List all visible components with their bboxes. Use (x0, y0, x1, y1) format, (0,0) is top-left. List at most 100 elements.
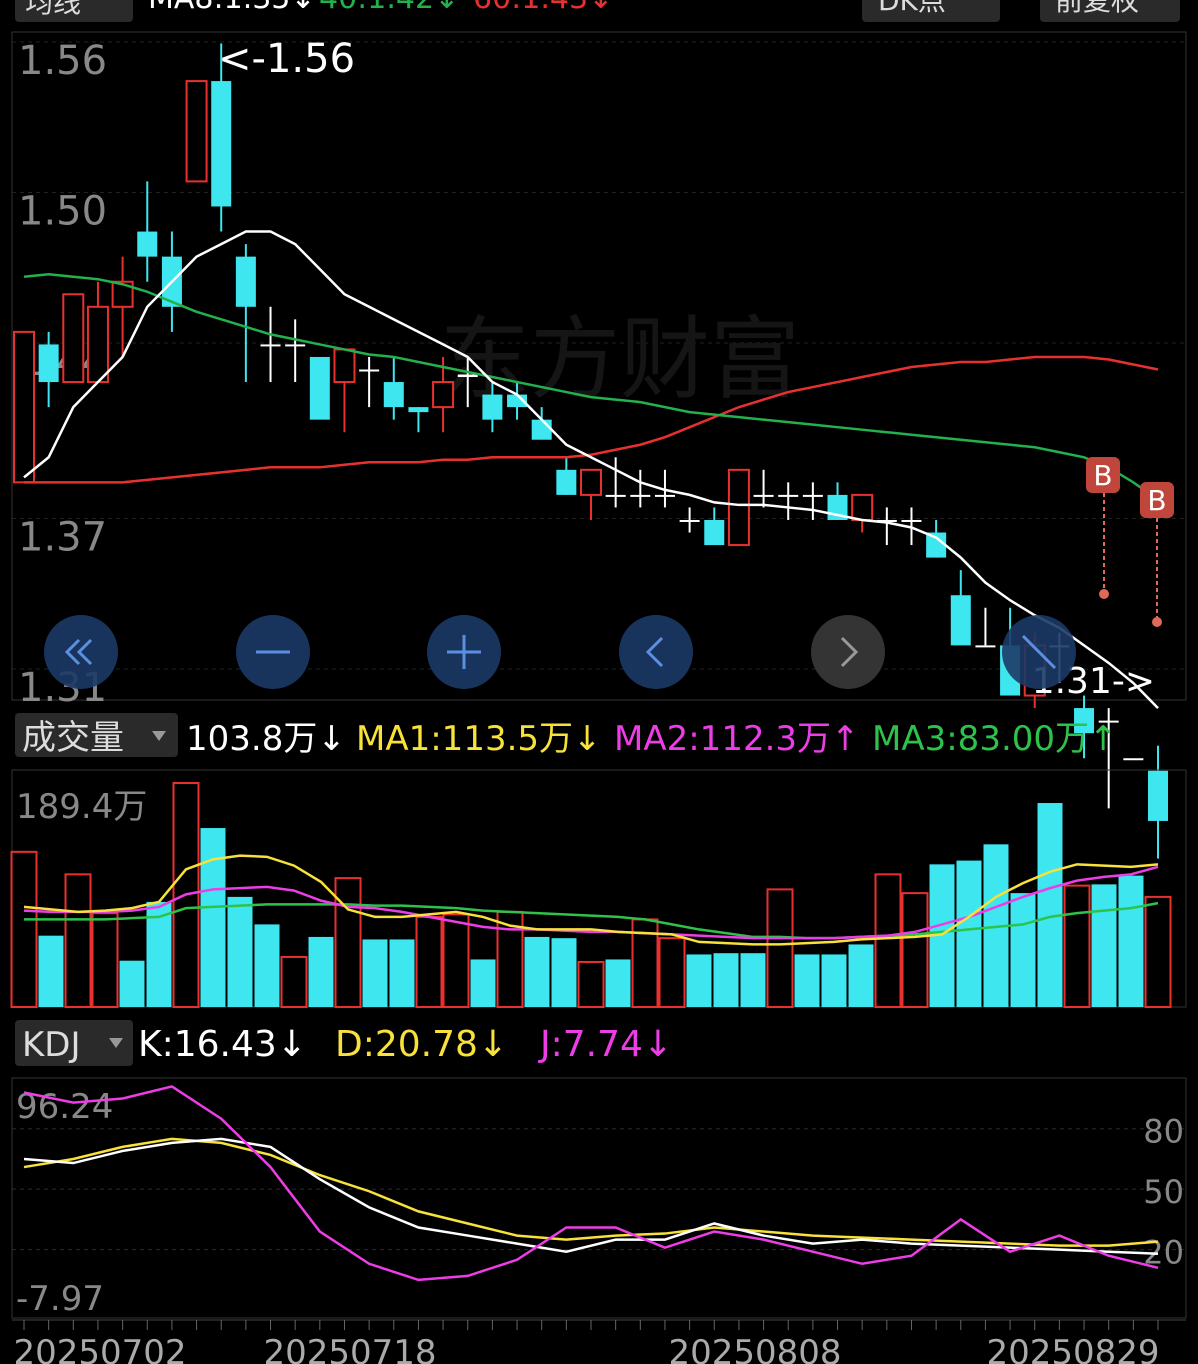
zoom-out-fast-button[interactable] (44, 615, 118, 689)
volume-panel: 成交量 103.8万↓ MA1:113.5万↓ MA2:112.3万↑ MA3:83.0… (10, 713, 1187, 1009)
candle-body (679, 519, 700, 522)
volume-bar (848, 944, 874, 1007)
stock-chart: 均线 MA8:1.35↓40:1.42↓ 60:1.43↓ DK点 前复权 1.56 1.… (10, 0, 1187, 1364)
date-label: 20250702 (13, 1333, 186, 1364)
zoom-in-button[interactable] (427, 615, 501, 689)
volume-bar (1063, 884, 1091, 1008)
kdj-d-line (23, 1137, 1159, 1247)
candle-body (580, 468, 602, 496)
candle-body (975, 645, 996, 648)
candle-body (778, 494, 799, 497)
candle-body (333, 348, 356, 384)
volume-bar (1144, 895, 1172, 1009)
volume-bar (658, 937, 686, 1009)
volume-bar (1091, 884, 1117, 1007)
candle-body (1148, 770, 1168, 821)
volume-bar (362, 939, 388, 1007)
volume-bar (119, 960, 145, 1007)
volume-bar (64, 873, 92, 1009)
zoom-out-button[interactable] (236, 615, 310, 689)
volume-bar (415, 915, 443, 1009)
candle-body (309, 356, 330, 420)
volume-bar (766, 888, 794, 1008)
candle-body (802, 494, 823, 497)
candle-body (359, 369, 380, 372)
volume-bar (308, 936, 334, 1007)
candle-body (260, 344, 281, 347)
volume-bar (1118, 875, 1144, 1007)
candle-body (531, 419, 552, 440)
scroll-left-button[interactable] (619, 615, 693, 689)
scroll-right-circle[interactable] (811, 615, 885, 689)
kdj-frame (11, 1077, 1187, 1319)
volume-bar (442, 913, 470, 1009)
date-label: 20250718 (263, 1333, 436, 1364)
adjust-button-label: 前复权 (1055, 0, 1139, 17)
candle-body (950, 595, 971, 646)
candle-body (137, 231, 158, 257)
volume-bar (38, 935, 64, 1007)
scroll-right-button[interactable] (811, 615, 885, 689)
candle-body (1123, 758, 1144, 761)
volume-bar (227, 896, 253, 1007)
high-price-label: <-1.56 (218, 36, 355, 82)
candle-body (901, 519, 922, 522)
volume-bar (280, 955, 308, 1009)
volume-bar (740, 953, 766, 1007)
ma-legend-item: 60:1.43↓ (473, 0, 613, 16)
ma-legend-item: 40:1.42↓ (319, 0, 459, 16)
candle-body (383, 382, 404, 408)
volume-bar (470, 959, 496, 1007)
kline-y-tick: 1.56 (18, 38, 107, 84)
candle-body (851, 493, 874, 521)
candle-body (654, 494, 675, 497)
candle-body (704, 519, 725, 546)
candle-body (482, 394, 503, 420)
volume-bar (794, 954, 820, 1007)
signal-dot (1152, 617, 1162, 627)
candle-body (86, 305, 109, 384)
candle-body (38, 344, 59, 383)
volume-bar (334, 877, 362, 1009)
candle-body (235, 256, 256, 307)
candle-body (753, 494, 774, 497)
kdj-min-label: -7.97 (16, 1279, 104, 1319)
candle-body (605, 494, 626, 497)
volume-bar (605, 959, 631, 1007)
candle-body (432, 381, 455, 409)
scroll-left-circle[interactable] (619, 615, 693, 689)
volume-bar (200, 828, 226, 1007)
volume-bar (91, 912, 119, 1008)
kline-y-tick: 1.50 (18, 188, 107, 234)
kdj-legend-item: K:16.43↓ (138, 1024, 307, 1065)
candle-body (211, 81, 232, 207)
candle-body (457, 374, 478, 378)
volume-legend-item: MA2:112.3万↑ (614, 719, 860, 759)
candle-body (727, 468, 750, 547)
volume-bar (1010, 893, 1036, 1007)
volume-bar (874, 873, 902, 1009)
ma-selector-label: 均线 (25, 0, 81, 19)
date-axis: 20250702 20250718 20250808 20250829 (12, 1319, 1186, 1364)
kdj-panel: KDJ K:16.43↓ D:20.78↓ J:7.74↓80502096.24-7.… (11, 1020, 1187, 1319)
volume-bar (686, 954, 712, 1007)
volume-bar (821, 954, 847, 1007)
volume-bar (524, 936, 550, 1007)
volume-bar (956, 860, 982, 1007)
buy-signal-text: B (1147, 484, 1166, 517)
volume-bar (254, 924, 280, 1007)
kdj-right-tick: 80 (1143, 1113, 1184, 1151)
volume-ymax-label: 189.4万 (16, 787, 147, 827)
volume-legend-item: MA1:113.5万↓ (356, 719, 602, 759)
candle-body (556, 469, 577, 495)
signal-dot (1099, 589, 1109, 599)
candle-body (408, 407, 429, 413)
date-label: 20250808 (668, 1333, 841, 1364)
buy-signal-text: B (1093, 459, 1112, 492)
volume-bar (389, 939, 415, 1007)
fullscreen-button[interactable] (1002, 615, 1076, 689)
candle-body (185, 80, 208, 183)
kdj-j-line (23, 1085, 1159, 1282)
dk-button-label: DK点 (878, 0, 946, 17)
candle-body (62, 293, 85, 384)
